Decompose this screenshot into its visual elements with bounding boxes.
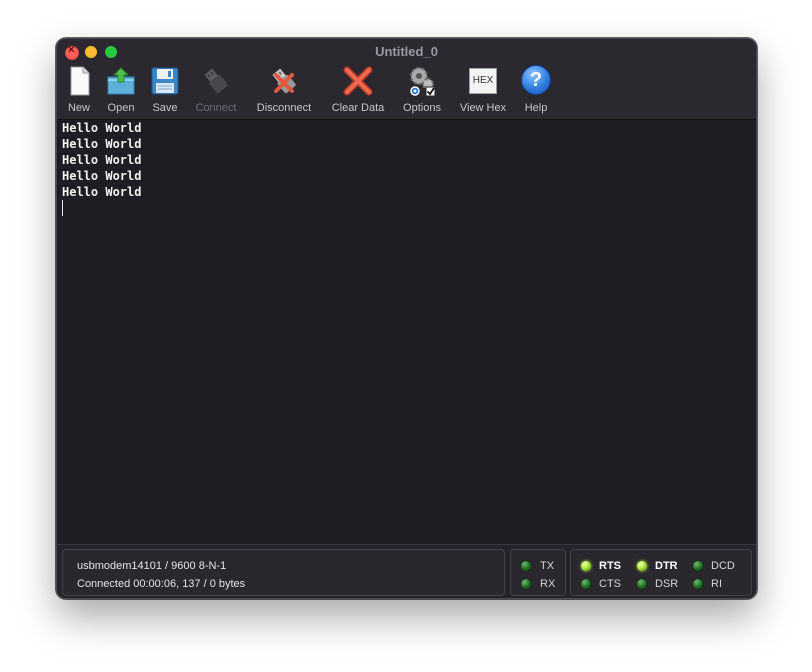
title-bar: Untitled_0 New Open xyxy=(57,39,756,120)
app-window: Untitled_0 New Open xyxy=(56,38,757,599)
help-icon: ? xyxy=(521,65,551,95)
tx-led xyxy=(521,561,531,571)
disconnect-plug-icon xyxy=(272,68,296,94)
floppy-disk-icon xyxy=(151,67,179,95)
tx-label: TX xyxy=(540,560,555,572)
view-hex-button[interactable]: HEX View Hex xyxy=(455,65,511,117)
view-hex-label: View Hex xyxy=(459,102,507,114)
connect-button[interactable]: Connect xyxy=(189,65,243,117)
new-button[interactable]: New xyxy=(59,65,99,117)
help-icon-glyph: ? xyxy=(529,69,543,91)
rx-label: RX xyxy=(540,578,556,590)
clear-x-icon xyxy=(343,66,373,96)
dtr-led[interactable] xyxy=(637,561,647,571)
hex-icon-text: HEX xyxy=(472,75,494,86)
ri-led xyxy=(693,579,703,589)
clear-data-button[interactable]: Clear Data xyxy=(327,65,389,117)
control-lines-panel: RTS CTS DTR DSR DCD RI xyxy=(570,549,752,596)
connect-label: Connect xyxy=(195,102,237,114)
options-label: Options xyxy=(403,102,441,114)
open-button[interactable]: Open xyxy=(101,65,141,117)
connection-status-panel: usbmodem14101 / 9600 8-N-1 Connected 00:… xyxy=(62,549,505,596)
dsr-label: DSR xyxy=(655,578,679,590)
dcd-led xyxy=(693,561,703,571)
window-title: Untitled_0 xyxy=(375,44,438,59)
connection-info-text: Connected 00:00:06, 137 / 0 bytes xyxy=(77,578,246,590)
help-label: Help xyxy=(524,102,548,114)
ri-label: RI xyxy=(711,578,722,590)
dsr-led xyxy=(637,579,647,589)
dtr-label: DTR xyxy=(655,560,678,572)
terminal-line: Hello World xyxy=(62,121,142,135)
rts-label: RTS xyxy=(599,560,621,572)
terminal-line: Hello World xyxy=(62,137,142,151)
terminal-line: Hello World xyxy=(62,169,142,183)
new-label: New xyxy=(67,102,90,114)
port-settings-text: usbmodem14101 / 9600 8-N-1 xyxy=(77,560,227,572)
usb-plug-icon xyxy=(204,68,228,94)
disconnect-button[interactable]: Disconnect xyxy=(253,65,315,117)
rts-led[interactable] xyxy=(581,561,591,571)
help-button[interactable]: ? Help xyxy=(516,65,556,117)
terminal-line: Hello World xyxy=(62,153,142,167)
open-folder-icon xyxy=(107,67,135,95)
clear-data-label: Clear Data xyxy=(331,102,385,114)
rx-led xyxy=(521,579,531,589)
disconnect-label: Disconnect xyxy=(256,102,312,114)
cts-led xyxy=(581,579,591,589)
open-label: Open xyxy=(107,102,135,114)
terminal-output[interactable]: Hello World Hello World Hello World Hell… xyxy=(57,120,756,544)
txrx-panel: TX RX xyxy=(510,549,566,596)
text-cursor xyxy=(62,200,63,216)
terminal-line: Hello World xyxy=(62,185,142,199)
options-button[interactable]: Options xyxy=(399,65,445,117)
gears-icon xyxy=(410,67,436,97)
status-bar: usbmodem14101 / 9600 8-N-1 Connected 00:… xyxy=(57,544,756,598)
dcd-label: DCD xyxy=(711,560,735,572)
hex-icon: HEX xyxy=(469,68,497,94)
new-document-icon xyxy=(70,66,90,96)
cts-label: CTS xyxy=(599,578,621,590)
save-label: Save xyxy=(152,102,178,114)
save-button[interactable]: Save xyxy=(145,65,185,117)
